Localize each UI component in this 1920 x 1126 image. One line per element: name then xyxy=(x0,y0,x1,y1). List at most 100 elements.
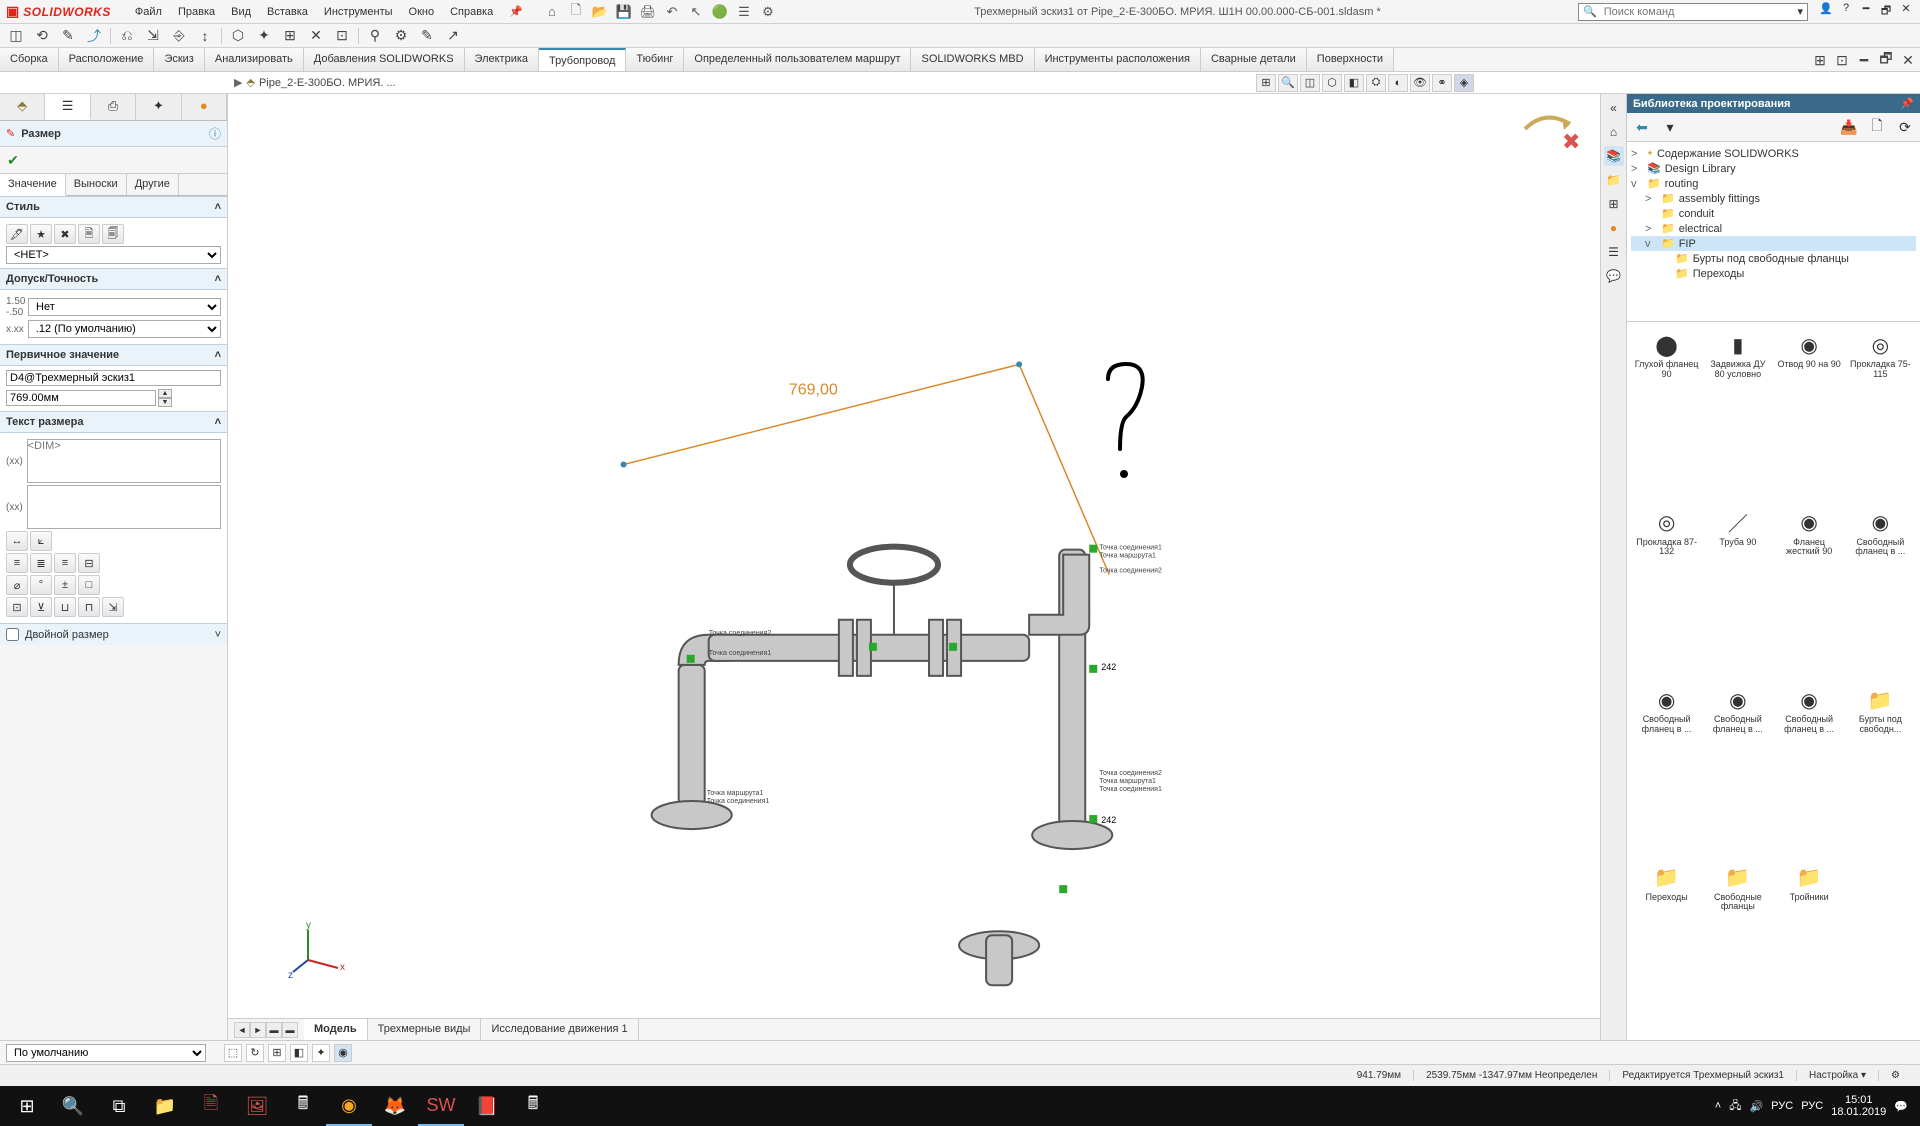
pin-icon[interactable]: 📌 xyxy=(501,5,531,18)
style-btn-1[interactable]: 🖋 xyxy=(6,224,28,244)
feature-tree-tab-icon[interactable]: ⬘ xyxy=(0,94,45,120)
app-button-2[interactable]: 🖼 xyxy=(234,1086,280,1126)
menu-tools[interactable]: Инструменты xyxy=(316,6,401,18)
ribbon-tab-piping[interactable]: Трубопровод xyxy=(539,48,626,71)
subtab-leaders[interactable]: Выноски xyxy=(66,174,127,195)
sym-pm-icon[interactable]: ± xyxy=(54,575,76,595)
status-custom[interactable]: Настройка ▾ xyxy=(1796,1070,1878,1081)
collapse-taskpane-icon[interactable]: « xyxy=(1604,98,1624,118)
tray-lang2[interactable]: РУС xyxy=(1801,1100,1823,1112)
sym-diameter-icon[interactable]: ⌀ xyxy=(6,575,28,595)
tp-forum-icon[interactable]: 💬 xyxy=(1604,266,1624,286)
explorer-button[interactable]: 📁 xyxy=(142,1086,188,1126)
open-icon[interactable]: 📂 xyxy=(591,3,609,21)
tp-explorer-icon[interactable]: 📁 xyxy=(1604,170,1624,190)
menu-insert[interactable]: Вставка xyxy=(259,6,316,18)
library-thumb[interactable]: ◉Свободный фланец в ... xyxy=(1704,683,1771,857)
restore-icon[interactable]: 🗗 xyxy=(1878,2,1894,21)
doc-cascade-icon[interactable]: ⊡ xyxy=(1832,50,1852,70)
text-above-icon[interactable]: (xx) xyxy=(6,456,23,467)
library-thumb[interactable]: ◉Свободный фланец в ... xyxy=(1633,683,1700,857)
f3-icon[interactable]: ⊔ xyxy=(54,597,76,617)
menu-file[interactable]: Файл xyxy=(127,6,170,18)
menu-view[interactable]: Вид xyxy=(223,6,259,18)
tool-icon-5[interactable]: ⎌ xyxy=(117,26,137,46)
new-icon[interactable]: 🗋 xyxy=(567,3,585,21)
ribbon-tab-layout[interactable]: Расположение xyxy=(59,48,155,71)
tp-prop-icon[interactable]: ☰ xyxy=(1604,242,1624,262)
f1-icon[interactable]: ⊡ xyxy=(6,597,28,617)
align-justify-icon[interactable]: ⊟ xyxy=(78,553,100,573)
f5-icon[interactable]: ⇲ xyxy=(102,597,124,617)
dual-dimension-checkbox[interactable] xyxy=(6,628,19,641)
style-btn-2[interactable]: ★ xyxy=(30,224,52,244)
library-thumb[interactable]: ◎Прокладка 87-132 xyxy=(1633,506,1700,680)
tool-icon-1[interactable]: ◫ xyxy=(6,26,26,46)
config-select[interactable]: По умолчанию xyxy=(6,1044,206,1062)
lib-add-icon[interactable]: 📥 xyxy=(1838,117,1860,137)
decal-tab-icon[interactable]: ✦ xyxy=(136,94,181,120)
breadcrumb-expand-icon[interactable]: ▶ xyxy=(234,76,242,89)
hud-view-icon[interactable]: ◫ xyxy=(1300,74,1320,92)
tree-item[interactable]: >📚Design Library xyxy=(1631,161,1916,176)
dimtext-above[interactable] xyxy=(27,439,221,483)
library-thumb[interactable]: ◎Прокладка 75-115 xyxy=(1847,328,1914,502)
property-tab-icon[interactable]: ☰ xyxy=(45,94,90,120)
tool-icon-7[interactable]: ⎆ xyxy=(169,26,189,46)
settings-icon[interactable]: ⚙ xyxy=(759,3,777,21)
user-icon[interactable]: 👤 xyxy=(1818,2,1834,21)
library-thumb[interactable]: 📁Переходы xyxy=(1633,861,1700,1035)
ribbon-tab-userroute[interactable]: Определенный пользователем маршрут xyxy=(684,48,911,71)
tool-icon-17[interactable]: ↗ xyxy=(443,26,463,46)
spin-down-icon[interactable]: ▼ xyxy=(158,398,172,407)
tool-icon-12[interactable]: ✕ xyxy=(306,26,326,46)
subtab-value[interactable]: Значение xyxy=(0,174,66,196)
ok-button[interactable]: ✔ xyxy=(4,151,22,169)
ribbon-tab-tubing[interactable]: Тюбинг xyxy=(626,48,684,71)
f4-icon[interactable]: ⊓ xyxy=(78,597,100,617)
lib-fwd-icon[interactable]: ▾ xyxy=(1659,117,1681,137)
print-icon[interactable]: 🖨 xyxy=(639,3,657,21)
help-icon[interactable]: ? xyxy=(1838,2,1854,21)
calc-button[interactable]: 🖩 xyxy=(280,1086,326,1126)
appearance-tab-icon[interactable]: ● xyxy=(182,94,227,120)
cfg-icon-5[interactable]: ✦ xyxy=(312,1044,330,1062)
tool-icon-14[interactable]: ⚲ xyxy=(365,26,385,46)
tolerance-type-select[interactable]: Нет xyxy=(28,298,221,316)
library-tree[interactable]: >⭑Содержание SOLIDWORKS>📚Design Library v… xyxy=(1627,142,1920,322)
tree-item[interactable]: >⭑Содержание SOLIDWORKS xyxy=(1631,146,1916,161)
tool-icon-3[interactable]: ✎ xyxy=(58,26,78,46)
tray-network-icon[interactable]: 🖧 xyxy=(1729,1097,1741,1116)
library-thumb[interactable]: ◉Свободный фланец в ... xyxy=(1847,506,1914,680)
style-btn-5[interactable]: 🗐 xyxy=(102,224,124,244)
tool-icon-16[interactable]: ✎ xyxy=(417,26,437,46)
library-thumb[interactable]: ◉Фланец жесткий 90 xyxy=(1776,506,1843,680)
mini-icon-3[interactable]: ▬ xyxy=(266,1022,282,1038)
tp-view-icon[interactable]: ⊞ xyxy=(1604,194,1624,214)
lib-refresh-icon[interactable]: ⟳ xyxy=(1894,117,1916,137)
library-thumb[interactable]: ◉Отвод 90 на 90 xyxy=(1776,328,1843,502)
pdf-button[interactable]: 📕 xyxy=(464,1086,510,1126)
tray-notifications-icon[interactable]: 💬 xyxy=(1894,1100,1908,1113)
tp-appearance-icon[interactable]: ● xyxy=(1604,218,1624,238)
doc-max-icon[interactable]: 🗗 xyxy=(1876,50,1896,70)
app-button-1[interactable]: 🗎 xyxy=(188,1086,234,1126)
doc-tile-icon[interactable]: ⊞ xyxy=(1810,50,1830,70)
ribbon-tab-mbd[interactable]: SOLIDWORKS MBD xyxy=(911,48,1034,71)
bottom-tab-3dviews[interactable]: Трехмерные виды xyxy=(368,1019,482,1040)
app-button-3[interactable]: ◉ xyxy=(326,1086,372,1126)
tree-item[interactable]: v📁FIP xyxy=(1631,236,1916,251)
search-dropdown-icon[interactable]: ▾ xyxy=(1797,5,1803,18)
sym-degree-icon[interactable]: ° xyxy=(30,575,52,595)
ribbon-tab-electrical[interactable]: Электрика xyxy=(465,48,540,71)
ribbon-tab-layouttools[interactable]: Инструменты расположения xyxy=(1035,48,1201,71)
menu-edit[interactable]: Правка xyxy=(170,6,223,18)
taskview-button[interactable]: ⧉ xyxy=(96,1086,142,1126)
text-below-icon[interactable]: (xx) xyxy=(6,502,23,513)
menu-help[interactable]: Справка xyxy=(442,6,501,18)
hud-plane-icon[interactable]: ◈ xyxy=(1454,74,1474,92)
ribbon-tab-analyze[interactable]: Анализировать xyxy=(205,48,304,71)
undo-icon[interactable]: ↶ xyxy=(663,3,681,21)
solidworks-button[interactable]: SW xyxy=(418,1086,464,1126)
breadcrumb[interactable]: ⬘ Pipe_2-E-300БО. МРИЯ. ... xyxy=(246,76,395,89)
